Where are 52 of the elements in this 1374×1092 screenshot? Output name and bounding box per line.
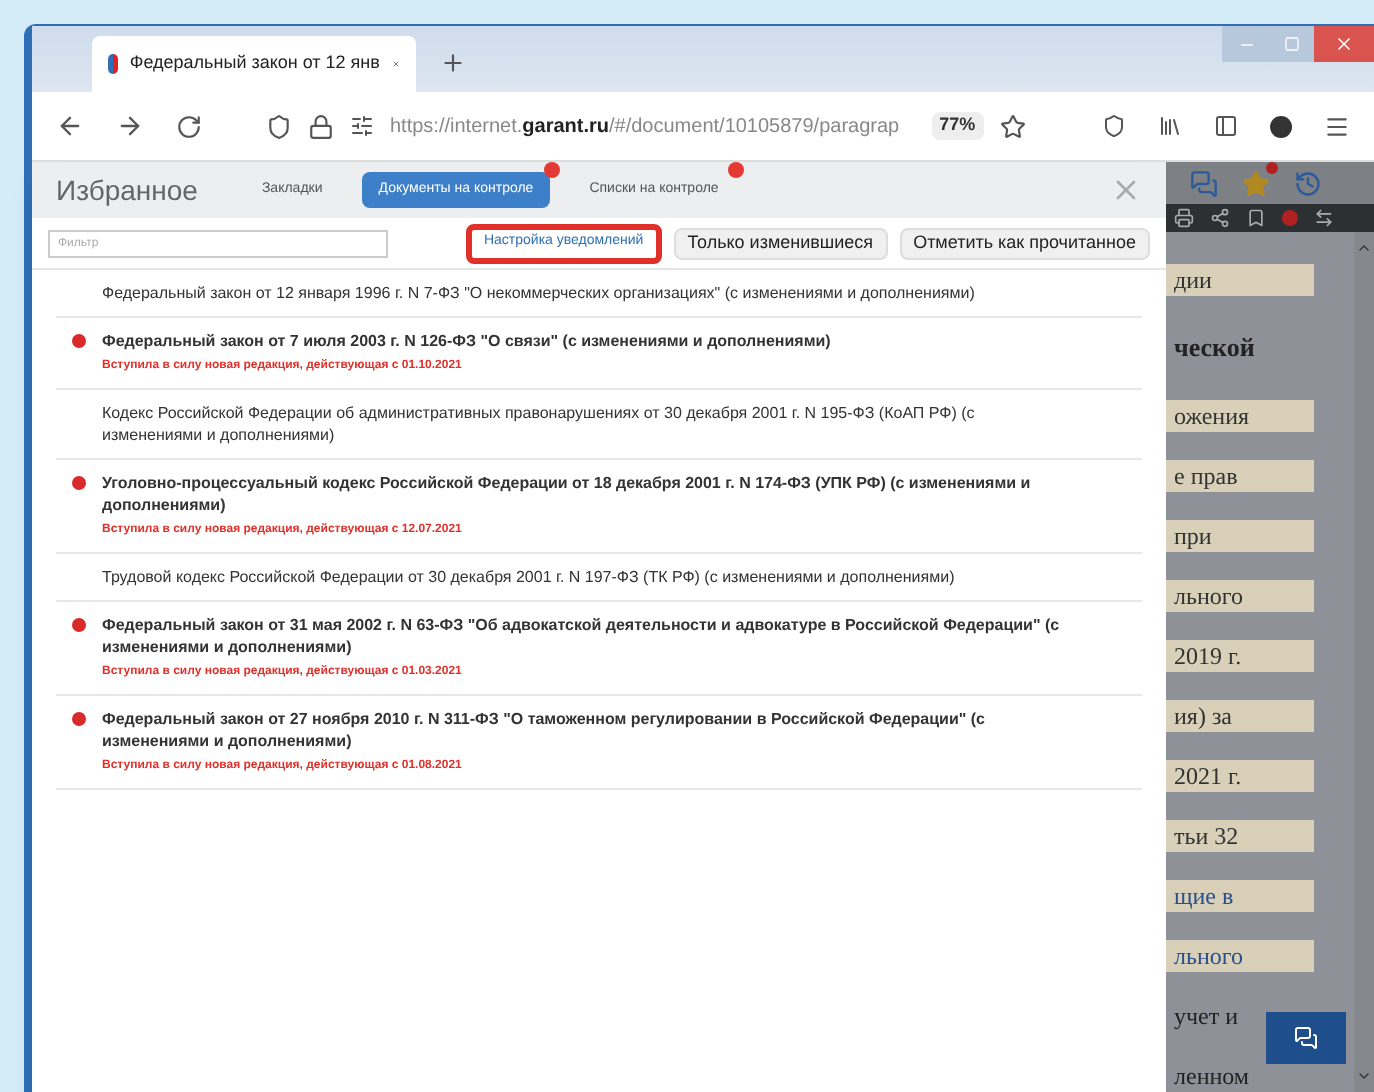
document-title[interactable]: Трудовой кодекс Российской Федерации от 30 декабря 2001 г. N 197-ФЗ (ТК РФ) (с изменениями и дополнениями) — [102, 566, 955, 588]
chat-button[interactable] — [1266, 1012, 1346, 1064]
document-text-fragment: ия) за — [1166, 700, 1314, 732]
forward-icon[interactable] — [116, 112, 144, 140]
print-icon[interactable] — [1174, 208, 1194, 229]
shield-icon[interactable] — [266, 113, 292, 139]
browser-tab[interactable]: Федеральный закон от 12 янв — [92, 36, 416, 92]
toolbar-button[interactable]: Только изменившиеся — [673, 227, 888, 259]
menu-icon[interactable] — [1324, 113, 1350, 139]
scroll-up-icon[interactable] — [1356, 240, 1372, 256]
share-icon[interactable] — [1210, 208, 1230, 229]
document-text-fragment: тьи 32 — [1166, 820, 1314, 852]
bookmark-icon[interactable] — [1246, 208, 1266, 229]
site-logo-icon — [108, 54, 118, 74]
star-icon[interactable] — [999, 113, 1026, 139]
lock-icon[interactable] — [308, 113, 334, 139]
panel-title: Избранное — [56, 171, 198, 210]
document-text-fragment: ожения — [1166, 400, 1314, 432]
document-text-fragment: льного — [1166, 940, 1314, 972]
zoom-level[interactable]: 77% — [931, 112, 984, 140]
document-text-fragment: щие в — [1166, 880, 1314, 912]
library-icon[interactable] — [1158, 114, 1182, 138]
document-text-fragment: 2019 г. — [1166, 640, 1314, 672]
tab-title: Федеральный закон от 12 янв — [129, 50, 380, 77]
reload-icon[interactable] — [176, 113, 202, 139]
compare-icon[interactable] — [1314, 208, 1334, 229]
chat-icon — [1294, 1026, 1318, 1050]
document-text-fragment: 2021 г. — [1166, 760, 1314, 792]
star-icon[interactable] — [1242, 169, 1270, 198]
maximize-icon — [1284, 36, 1300, 52]
document-text-fragment: при — [1166, 520, 1314, 552]
document-title[interactable]: Кодекс Российской Федерации об административных правонарушениях от 30 декабря 2001 г. N 195-ФЗ (КоАП РФ) (с изменениями и дополнениями) — [102, 402, 1078, 446]
document-title[interactable]: Федеральный закон от 12 января 1996 г. N 7-ФЗ "О некоммерческих организациях" (с изменениями и дополнениями) — [102, 282, 975, 304]
scroll-down-icon[interactable] — [1356, 1068, 1372, 1084]
new-tab-icon[interactable] — [440, 50, 466, 76]
document-title[interactable]: Уголовно-процессуальный кодекс Российской Федерации от 18 декабря 2001 г. N 174-ФЗ (УПК РФ) (с изменениями и дополнениями) — [102, 472, 1078, 516]
document-title[interactable]: Федеральный закон от 31 мая 2002 г. N 63-ФЗ "Об адвокатской деятельности и адвокатуре в Российской Федерации" (с изменениями и дополнениями) — [102, 614, 1078, 658]
document-text-fragment: льного — [1166, 580, 1314, 612]
back-icon[interactable] — [56, 112, 84, 140]
sidebar-icon[interactable] — [1214, 114, 1238, 138]
document-text-fragment: учет и — [1172, 1000, 1241, 1032]
toolbar-button[interactable]: Отметить как прочитанное — [899, 227, 1150, 259]
document-text-fragment: ленном — [1172, 1060, 1252, 1092]
document-text-fragment: дии — [1166, 264, 1314, 296]
notification-badge — [1266, 162, 1278, 174]
close-icon — [1334, 34, 1354, 54]
document-title[interactable]: Федеральный закон от 27 ноября 2010 г. N 311-ФЗ "О таможенном регулировании в Российской Федерации" (с изменениями и дополнениями) — [102, 708, 1078, 752]
document-text-fragment: е прав — [1166, 460, 1314, 492]
document-text-fragment: ческой — [1172, 330, 1257, 366]
account-icon[interactable] — [1270, 115, 1292, 137]
document-title[interactable]: Федеральный закон от 7 июля 2003 г. N 126-ФЗ "О связи" (с изменениями и дополнениями) — [102, 330, 831, 352]
url-text[interactable]: https://internet.garant.ru/#/document/10105879/paragrap — [390, 111, 900, 141]
